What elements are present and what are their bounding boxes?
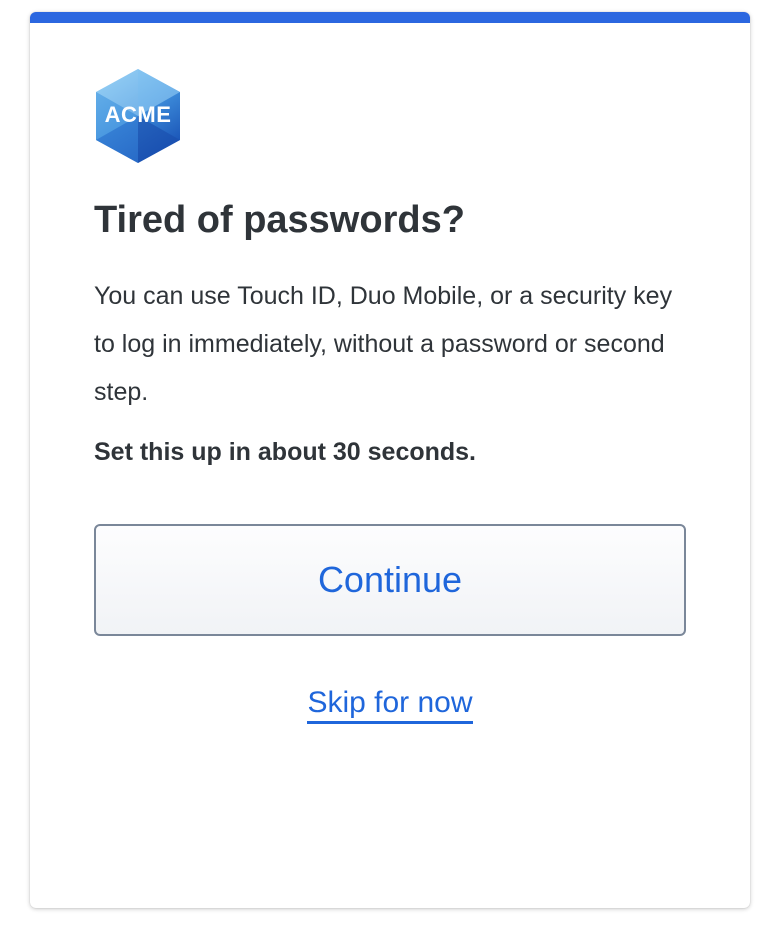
skip-link-container: Skip for now: [30, 686, 750, 724]
prompt-card: ACME Tired of passwords? You can use Tou…: [30, 12, 750, 908]
logo-wordmark: ACME: [104, 102, 172, 127]
setup-time-note: Set this up in about 30 seconds.: [94, 438, 477, 466]
acme-logo-icon: ACME: [93, 67, 183, 165]
continue-button[interactable]: Continue: [94, 524, 686, 636]
skip-for-now-link[interactable]: Skip for now: [307, 686, 473, 724]
description-text: You can use Touch ID, Duo Mobile, or a s…: [94, 282, 673, 406]
accent-bar: [30, 12, 750, 23]
page-title: Tired of passwords?: [94, 199, 465, 241]
